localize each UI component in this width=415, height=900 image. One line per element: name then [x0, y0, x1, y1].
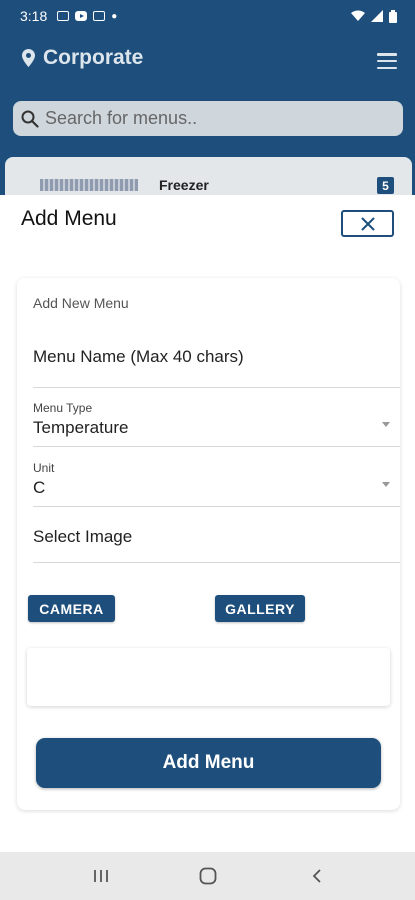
status-right [351, 9, 397, 23]
unit-label: Unit [33, 461, 55, 475]
menu-name-input[interactable] [33, 347, 373, 367]
add-menu-sheet: Add Menu Add New Menu Menu Type Temperat… [0, 195, 415, 855]
select-image-row: Select Image [33, 507, 400, 563]
recent-apps-icon [94, 870, 108, 882]
location-row[interactable]: Corporate [22, 46, 143, 70]
search-bar[interactable] [13, 101, 403, 136]
count-badge: 5 [377, 177, 394, 194]
back-button[interactable] [305, 866, 329, 886]
gallery-button[interactable]: GALLERY [215, 595, 305, 622]
sheet-title: Add Menu [21, 207, 117, 230]
chevron-down-icon [382, 482, 390, 487]
youtube-icon [75, 11, 88, 21]
unit-value: C [33, 478, 46, 497]
wifi-icon [351, 10, 365, 21]
back-icon [312, 869, 321, 883]
form-heading: Add New Menu [33, 295, 129, 311]
system-nav-bar [0, 852, 415, 900]
search-input[interactable] [45, 108, 385, 129]
image-preview [27, 648, 390, 706]
status-time: 3:18 [20, 8, 48, 24]
menu-name-field[interactable] [33, 335, 400, 388]
camera-button[interactable]: CAMERA [28, 595, 115, 622]
close-icon [360, 216, 375, 231]
battery-icon [389, 9, 397, 23]
close-button[interactable] [341, 210, 394, 237]
add-menu-button[interactable]: Add Menu [36, 738, 381, 788]
location-title: Corporate [43, 46, 144, 69]
status-bar: 3:18 ● [0, 0, 415, 32]
home-icon [199, 867, 217, 885]
menu-thumbnail [40, 179, 138, 191]
image-icon [93, 11, 106, 21]
menu-type-label: Menu Type [33, 401, 93, 415]
unit-dropdown[interactable]: Unit C [33, 447, 400, 507]
add-menu-form: Add New Menu Menu Type Temperature Unit … [17, 278, 400, 810]
image-icon [57, 11, 70, 21]
status-left: 3:18 ● [20, 8, 117, 24]
menu-type-value: Temperature [33, 418, 129, 437]
search-icon [21, 110, 39, 128]
menu-type-dropdown[interactable]: Menu Type Temperature [33, 388, 400, 447]
recent-apps-button[interactable] [89, 866, 113, 886]
location-pin-icon [22, 49, 35, 67]
select-image-label: Select Image [33, 527, 133, 546]
chevron-down-icon [382, 422, 390, 427]
notification-dot-icon: ● [111, 10, 118, 22]
home-button[interactable] [196, 866, 220, 886]
list-item-name: Freezer [159, 177, 209, 193]
hamburger-icon[interactable] [377, 53, 397, 69]
signal-icon [371, 10, 383, 22]
